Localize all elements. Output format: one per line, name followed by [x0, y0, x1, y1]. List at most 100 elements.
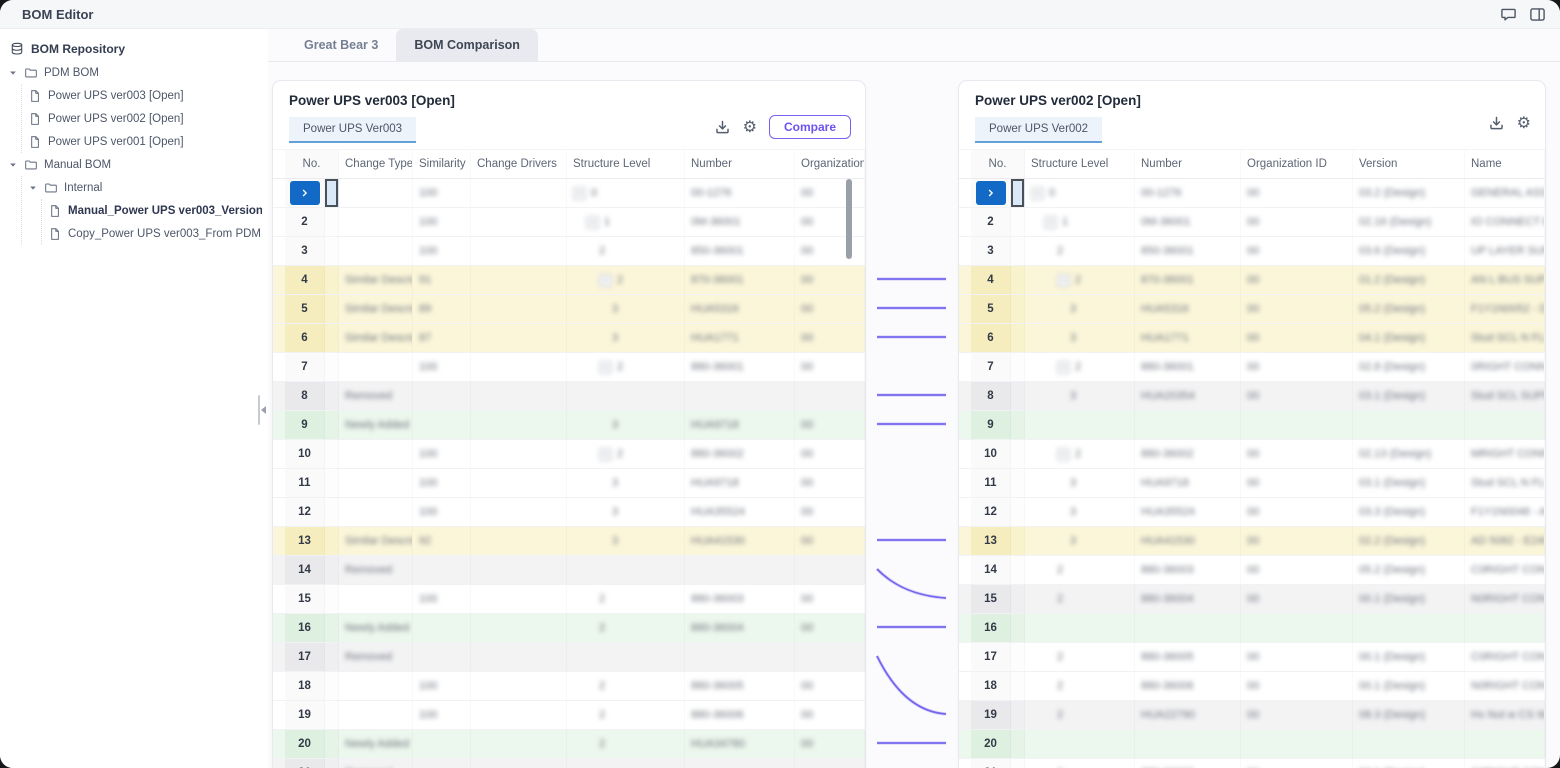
sidebar-item-power-ups-ver001-open[interactable]: Power UPS ver001 [Open] — [28, 130, 262, 153]
table-row[interactable]: 9 — [959, 411, 1545, 440]
table-row[interactable]: 63HUA17710004.1 (Design)Stud SCL N FLSH … — [959, 324, 1545, 353]
table-row[interactable]: 4−2870-360010001.2 (Design)AN L BUS SUPP… — [959, 266, 1545, 295]
table-row[interactable]: 172880-360050000.1 (Design)C0RIGHT CONNE… — [959, 643, 1545, 672]
row-select-cell[interactable] — [1011, 672, 1025, 700]
sidebar-item-manual-bom[interactable]: Manual BOM — [8, 153, 262, 176]
table-row[interactable]: 16 — [959, 614, 1545, 643]
tree-collapse-toggle[interactable]: − — [586, 216, 599, 229]
row-select-cell[interactable] — [1011, 527, 1025, 555]
row-select-cell[interactable] — [1011, 614, 1025, 642]
row-select-cell[interactable] — [325, 324, 339, 352]
row-select-cell[interactable] — [325, 295, 339, 323]
table-row[interactable]: 182880-360060000.1 (Design)N0RIGHT CONNE… — [959, 672, 1545, 701]
tree-collapse-toggle[interactable]: − — [1057, 361, 1070, 374]
table-row[interactable]: 7−2880-360010002.8 (Design)0RIGHT CONNEC… — [959, 353, 1545, 382]
table-row[interactable]: 20 — [959, 730, 1545, 759]
row-select-cell[interactable] — [325, 353, 339, 381]
sidebar-item-copy-power-ups-ver003-from-pdm-open[interactable]: Copy_Power UPS ver003_From PDM [Open] — [48, 222, 262, 245]
sidebar-item-pdm-bom[interactable]: PDM BOM — [8, 61, 262, 84]
sidebar-item-power-ups-ver003-open[interactable]: Power UPS ver003 [Open] — [28, 84, 262, 107]
settings-gear-icon[interactable]: ⚙ — [743, 119, 757, 136]
row-select-cell[interactable] — [325, 266, 339, 294]
row-select-cell[interactable] — [325, 759, 339, 768]
row-select-cell[interactable] — [1011, 730, 1025, 758]
table-row[interactable]: 16Newly Added2880-3600400 — [273, 614, 865, 643]
download-icon[interactable] — [1488, 115, 1505, 132]
row-select-cell[interactable] — [325, 469, 339, 497]
table-row[interactable]: 121003HUA3552400 — [273, 498, 865, 527]
tree-collapse-toggle[interactable]: − — [1044, 216, 1057, 229]
row-select-cell[interactable] — [1011, 295, 1025, 323]
table-row[interactable]: 4Similar Descriptio91−2870-3600100 — [273, 266, 865, 295]
sidebar-item-power-ups-ver002-open[interactable]: Power UPS ver002 [Open] — [28, 107, 262, 130]
tree-collapse-toggle[interactable]: − — [599, 274, 612, 287]
row-select-cell[interactable] — [1011, 266, 1025, 294]
tree-collapse-toggle[interactable]: − — [1057, 274, 1070, 287]
table-row[interactable]: 31002850-3600100 — [273, 237, 865, 266]
row-select-cell[interactable] — [1011, 208, 1025, 236]
table-row[interactable]: 123HUA355240003.3 (Design)F1Y1N0048 - AP… — [959, 498, 1545, 527]
row-select-cell[interactable] — [1011, 324, 1025, 352]
row-select-cell[interactable] — [1011, 498, 1025, 526]
tab-great-bear-3[interactable]: Great Bear 3 — [286, 29, 396, 61]
compare-button[interactable]: Compare — [769, 115, 851, 139]
row-select-cell[interactable] — [1011, 353, 1025, 381]
row-select-cell[interactable] — [1011, 556, 1025, 584]
download-icon[interactable] — [714, 119, 731, 136]
table-row[interactable]: 20Newly Added2HUA3478000 — [273, 730, 865, 759]
vertical-scrollbar-thumb[interactable] — [846, 179, 852, 259]
tab-bom-comparison[interactable]: BOM Comparison — [396, 29, 538, 61]
table-row[interactable]: 14Removed — [273, 556, 865, 585]
row-select-cell[interactable] — [325, 237, 339, 265]
tree-collapse-toggle[interactable]: − — [1031, 187, 1044, 200]
table-row[interactable]: 8Removed — [273, 382, 865, 411]
table-row[interactable]: 100−000-127600 — [273, 179, 865, 208]
tree-collapse-toggle[interactable]: − — [599, 448, 612, 461]
row-select-cell[interactable] — [1011, 585, 1025, 613]
sidebar-item-manual-power-ups-ver003-version-1-open[interactable]: Manual_Power UPS ver003_Version 1 [Open] — [48, 199, 262, 222]
row-select-cell[interactable] — [325, 411, 339, 439]
sidebar-item-bom-repository[interactable]: BOM Repository — [8, 37, 262, 61]
table-row[interactable]: 7100−2880-3600100 — [273, 353, 865, 382]
row-select-cell[interactable] — [1011, 469, 1025, 497]
caret-down-icon[interactable] — [8, 68, 18, 78]
expand-row-button[interactable] — [976, 181, 1006, 205]
row-select-cell[interactable] — [325, 208, 339, 236]
row-select-cell[interactable] — [325, 382, 339, 410]
table-row[interactable]: 2−10M-360010002.16 (Design)IO CONNECT BU… — [959, 208, 1545, 237]
table-row[interactable]: 32850-360010003.6 (Design)UP LAYER SUPPO… — [959, 237, 1545, 266]
tree-collapse-toggle[interactable]: − — [1057, 448, 1070, 461]
row-select-cell[interactable] — [325, 701, 339, 729]
table-row[interactable]: 212880-360070000.1 (Design)C0RIGHT CONNE… — [959, 759, 1545, 768]
row-select-cell[interactable] — [1011, 179, 1025, 207]
table-row[interactable]: 111003HUA971800 — [273, 469, 865, 498]
table-row[interactable]: −000-12760003.2 (Design)GENERAL ASSEMB — [959, 179, 1545, 208]
row-select-cell[interactable] — [1011, 237, 1025, 265]
sidebar-collapse-handle[interactable] — [258, 394, 268, 426]
table-row[interactable]: 17Removed — [273, 643, 865, 672]
table-row[interactable]: 53HUA53160005.2 (Design)F1Y1N0052 - DIS — [959, 295, 1545, 324]
tree-collapse-toggle[interactable]: − — [573, 187, 586, 200]
table-row[interactable]: 13Similar Descriptio923HUA4153000 — [273, 527, 865, 556]
row-select-cell[interactable] — [1011, 759, 1025, 768]
bom-version-tab[interactable]: Power UPS Ver002 — [975, 117, 1102, 143]
row-select-cell[interactable] — [1011, 382, 1025, 410]
row-select-cell[interactable] — [1011, 411, 1025, 439]
table-row[interactable]: 181002880-3600500 — [273, 672, 865, 701]
row-select-cell[interactable] — [325, 643, 339, 671]
table-row[interactable]: 21Removed — [273, 759, 865, 768]
table-row[interactable]: 6Similar Descriptio873HUA177100 — [273, 324, 865, 353]
row-select-cell[interactable] — [325, 614, 339, 642]
bom-version-tab[interactable]: Power UPS Ver003 — [289, 117, 416, 143]
table-row[interactable]: 83HUA203540003.1 (Design)Stud SCL SUPPOR… — [959, 382, 1545, 411]
comment-icon[interactable] — [1500, 6, 1517, 23]
table-row[interactable]: 5Similar Descriptio893HUA531600 — [273, 295, 865, 324]
table-row[interactable]: 192HUA227900008.3 (Design)Hx Nut w CS Ws… — [959, 701, 1545, 730]
caret-down-icon[interactable] — [8, 160, 18, 170]
expand-row-button[interactable] — [290, 181, 320, 205]
row-select-cell[interactable] — [325, 730, 339, 758]
table-row[interactable]: 113HUA97180003.1 (Design)Stud SCL N FLSH… — [959, 469, 1545, 498]
table-row[interactable]: 10−2880-360020002.13 (Design)MRIGHT CONN… — [959, 440, 1545, 469]
table-row[interactable]: 142880-360030005.2 (Design)C0RIGHT CONNE… — [959, 556, 1545, 585]
panel-toggle-icon[interactable] — [1529, 6, 1546, 23]
